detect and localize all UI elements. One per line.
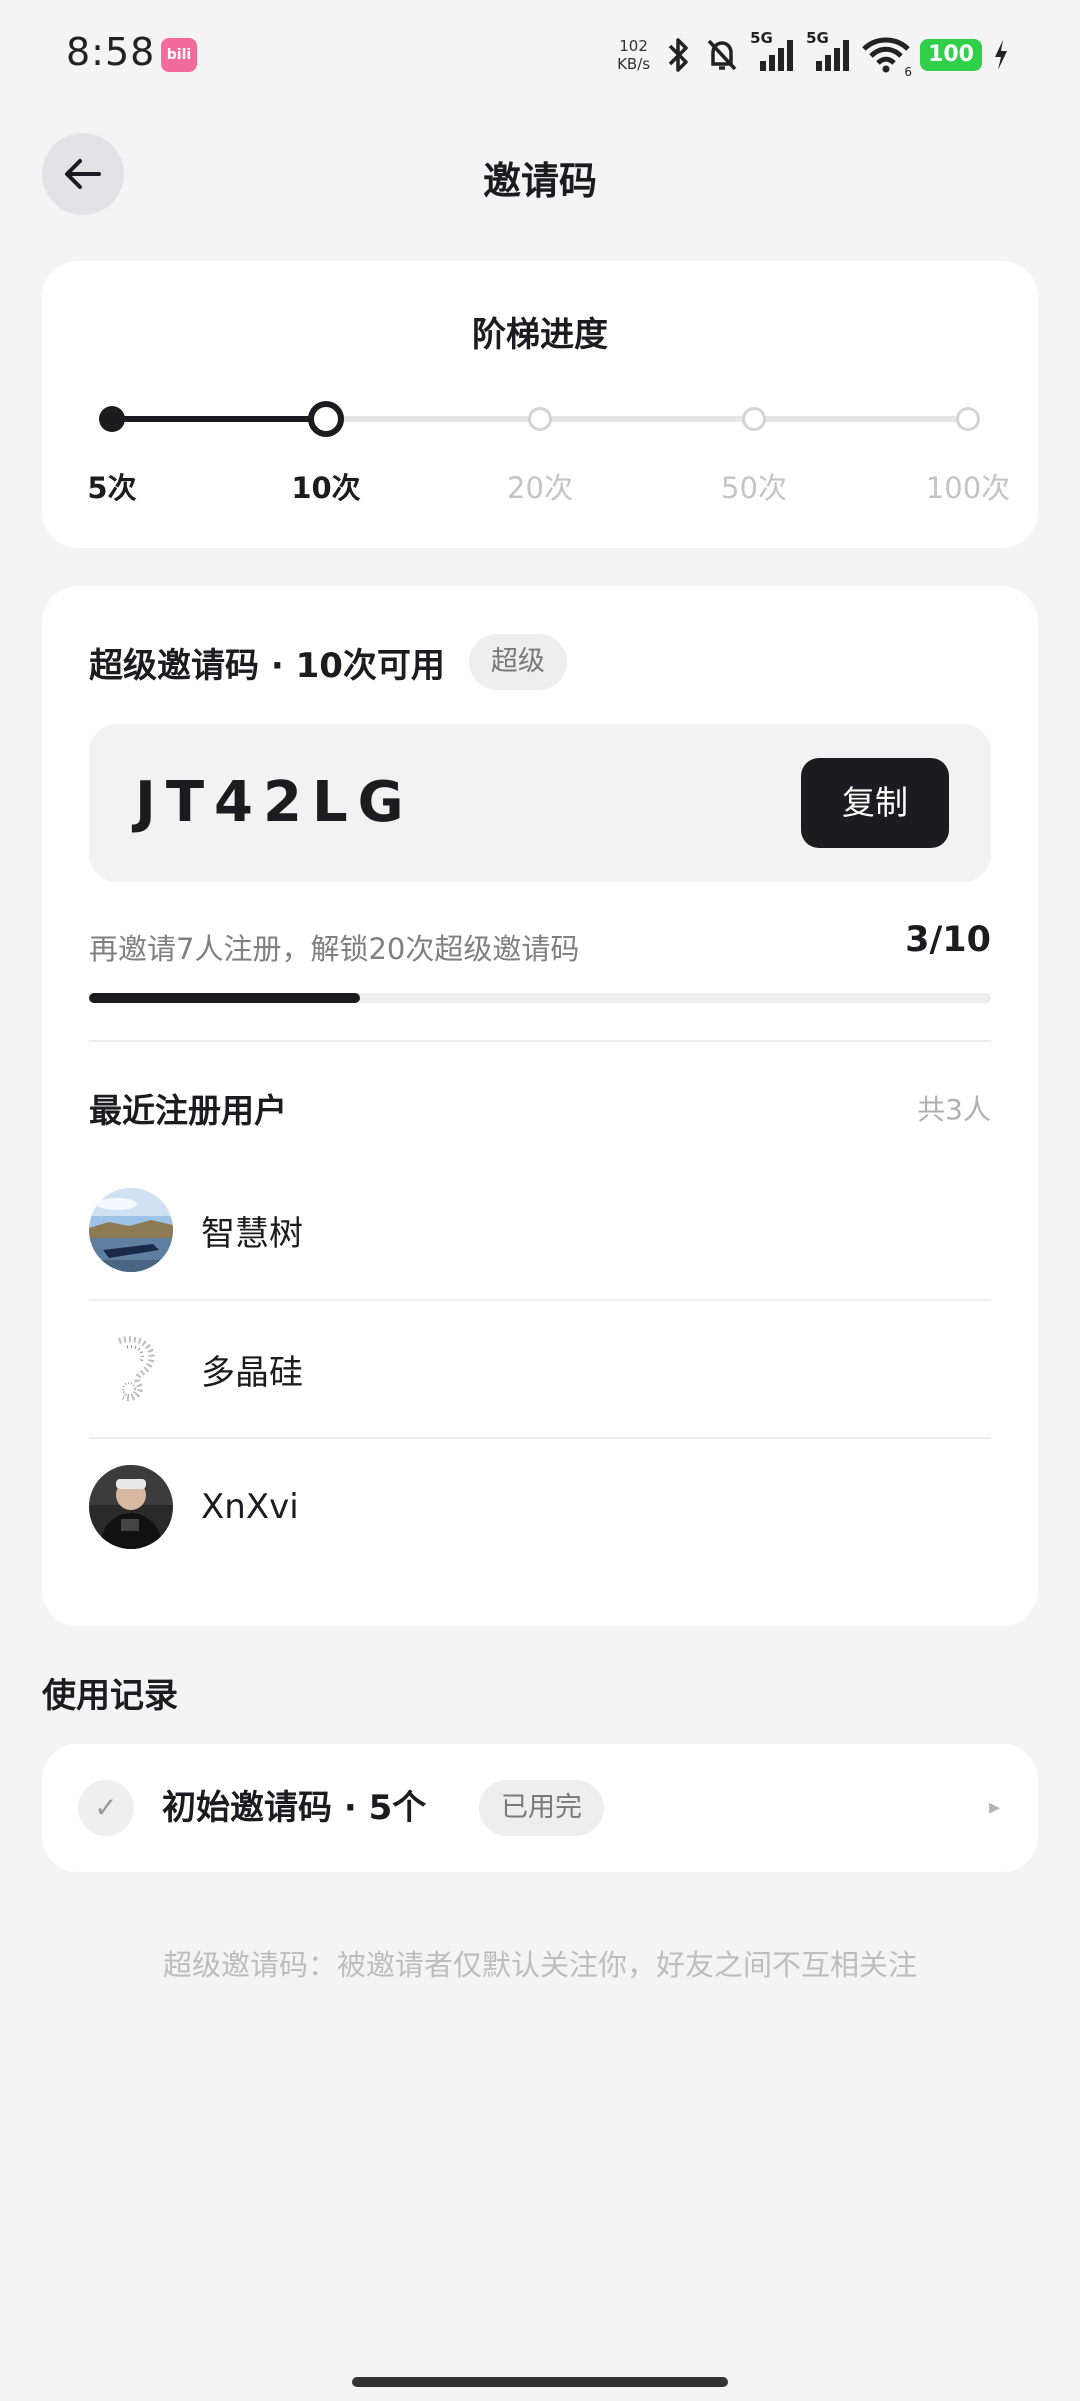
recent-users-list: 智慧树 多晶硅 XnXvi	[89, 1161, 991, 1575]
signal-1: 5G	[750, 29, 796, 75]
invite-code-card: 超级邀请码 · 10次可用 超级 JT42LG 复制 再邀请7人注册，解锁20次…	[42, 586, 1038, 1626]
wifi-icon	[862, 37, 910, 73]
invite-title: 超级邀请码 · 10次可用	[89, 645, 445, 686]
ladder-step-label: 10次	[291, 471, 361, 505]
super-tag: 超级	[468, 634, 567, 690]
ladder-step-label: 50次	[721, 471, 787, 505]
invite-code[interactable]: JT42LG	[135, 770, 414, 835]
ladder-title: 阶梯进度	[472, 315, 608, 355]
avatar[interactable]	[89, 1188, 173, 1272]
avatar-image	[89, 1465, 173, 1549]
signal-icon	[816, 40, 850, 71]
recent-users-title: 最近注册用户	[89, 1091, 287, 1130]
battery-icon: 100	[920, 39, 982, 71]
ladder-node-pending	[528, 407, 552, 431]
status-icons: 102 KB/s 5G 5G 6 100	[617, 29, 1010, 80]
copy-button[interactable]: 复制	[801, 758, 949, 848]
avatar[interactable]	[89, 1327, 173, 1411]
record-item[interactable]: ✓ 初始邀请码 · 5个 已用完 ▸	[42, 1744, 1038, 1872]
bell-off-icon	[707, 39, 737, 71]
wifi-sub-label: 6	[904, 65, 913, 79]
record-label: 初始邀请码 · 5个	[162, 1788, 427, 1828]
unlock-progress-fill	[89, 993, 360, 1003]
ladder-progress-card: 阶梯进度 5次 10次 20次 50次 100次	[42, 261, 1038, 548]
signal-icon	[760, 40, 794, 71]
usage-records-title: 使用记录	[42, 1676, 178, 1716]
check-icon: ✓	[78, 1780, 134, 1836]
user-name: 多晶硅	[201, 1352, 303, 1393]
avatar-image	[89, 1327, 173, 1411]
user-row[interactable]: 智慧树	[89, 1161, 991, 1299]
ladder-step-label: 5次	[87, 471, 137, 505]
user-row[interactable]: 多晶硅	[89, 1299, 991, 1437]
avatar[interactable]	[89, 1465, 173, 1549]
chevron-right-icon: ▸	[988, 1795, 1000, 1820]
status-bar: 8:58 bili 102 KB/s 5G 5G 6 100	[0, 0, 1080, 110]
home-indicator[interactable]	[352, 2377, 728, 2387]
avatar-image	[89, 1188, 173, 1272]
bilibili-app-icon: bili	[161, 38, 197, 72]
bluetooth-icon	[668, 38, 688, 72]
net-speed-value: 102	[619, 37, 648, 55]
recent-users-count: 共3人	[917, 1093, 991, 1126]
used-up-tag: 已用完	[479, 1780, 604, 1836]
charging-icon	[995, 40, 1007, 70]
unlock-hint: 再邀请7人注册，解锁20次超级邀请码	[89, 932, 580, 966]
ladder-step-label: 100次	[925, 471, 1011, 505]
invite-code-box: JT42LG 复制	[89, 724, 991, 882]
divider	[89, 1040, 991, 1042]
page-title: 邀请码	[482, 159, 597, 203]
status-time: 8:58	[66, 30, 156, 74]
net-speed-unit: KB/s	[617, 55, 651, 73]
ladder-step-label: 20次	[507, 471, 573, 505]
unlock-progress-count: 3/10	[905, 920, 991, 960]
unlock-progress-bar	[89, 993, 991, 1003]
net-speed: 102 KB/s	[617, 37, 650, 73]
invite-title-row: 超级邀请码 · 10次可用 超级	[89, 634, 567, 690]
user-row[interactable]: XnXvi	[89, 1437, 991, 1575]
ladder-node-pending	[742, 407, 766, 431]
user-name: 智慧树	[201, 1213, 303, 1254]
ladder-node-pending	[956, 407, 980, 431]
user-name: XnXvi	[201, 1487, 299, 1527]
ladder-fill	[112, 416, 326, 422]
wifi: 6	[862, 35, 912, 79]
signal-2: 5G	[806, 29, 852, 75]
ladder-node-current	[308, 401, 344, 437]
ladder-node-done	[99, 406, 125, 432]
footer-note: 超级邀请码：被邀请者仅默认关注你，好友之间不互相关注	[162, 1948, 917, 1982]
